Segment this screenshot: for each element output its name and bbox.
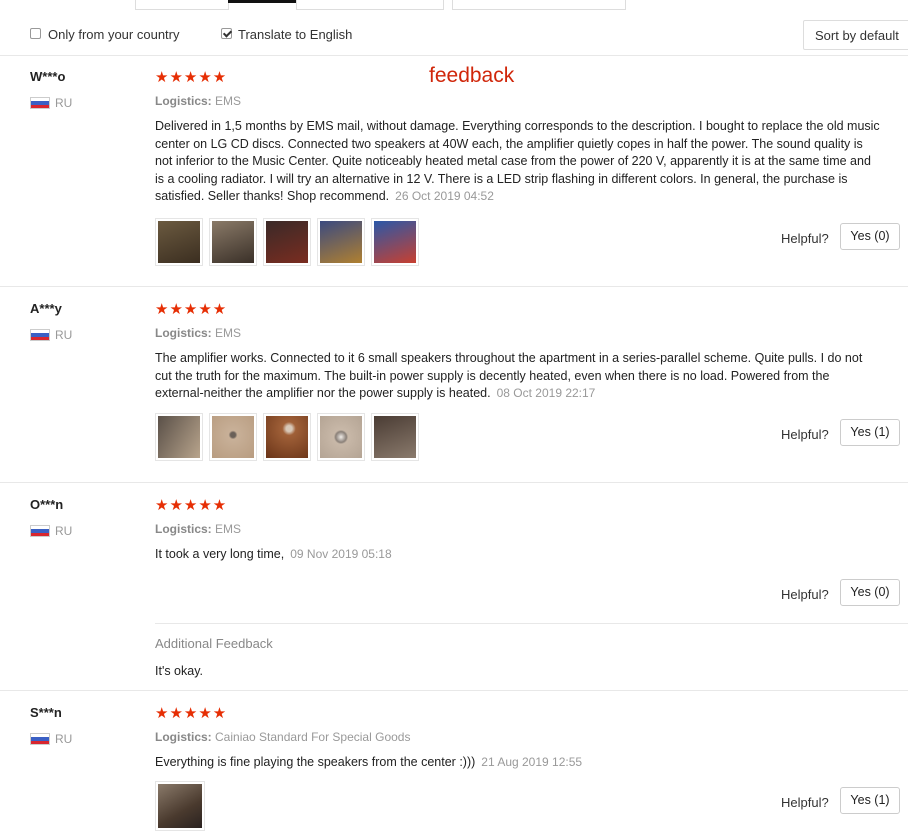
- helpful-yes-button[interactable]: Yes (0): [840, 579, 900, 606]
- review-text: Everything is fine playing the speakers …: [155, 754, 880, 772]
- review-date: 08 Oct 2019 22:17: [496, 386, 596, 401]
- reviewer-country: RU: [55, 524, 73, 538]
- helpful-label: Helpful?: [781, 231, 829, 246]
- review-photo-thumbnail[interactable]: [371, 218, 419, 266]
- logistics-value: EMS: [215, 326, 242, 340]
- translate-checkbox[interactable]: [221, 28, 232, 39]
- helpful-yes-button[interactable]: Yes (1): [840, 787, 900, 814]
- helpful-yes-button[interactable]: Yes (0): [840, 223, 900, 250]
- reviewer-name: S***n: [30, 705, 62, 720]
- logistics-info: Logistics: EMS: [155, 94, 241, 108]
- logistics-value: EMS: [215, 522, 242, 536]
- reviewer-name: A***y: [30, 301, 62, 316]
- rating-stars: ★★★★★: [155, 497, 228, 514]
- additional-feedback-title: Additional Feedback: [155, 636, 273, 651]
- photo-image: [320, 221, 362, 263]
- helpful-label: Helpful?: [781, 427, 829, 442]
- review-photo-thumbnail[interactable]: [263, 218, 311, 266]
- helpful-label: Helpful?: [781, 587, 829, 602]
- tab-edge-3[interactable]: [452, 0, 626, 10]
- review-body: It took a very long time,: [155, 547, 285, 561]
- review-divider: [0, 690, 908, 691]
- helpful-label: Helpful?: [781, 795, 829, 810]
- helpful-yes-button[interactable]: Yes (1): [840, 419, 900, 446]
- tab-edge-1[interactable]: [135, 0, 229, 10]
- logistics-label: Logistics:: [155, 326, 212, 340]
- review-body: Everything is fine playing the speakers …: [155, 755, 476, 769]
- tab-edge-2[interactable]: [296, 0, 444, 10]
- photo-image: [266, 416, 308, 458]
- top-tabs-strip: [0, 0, 908, 12]
- photo-image: [158, 416, 200, 458]
- ru-flag-icon: [30, 329, 50, 341]
- logistics-info: Logistics: EMS: [155, 326, 241, 340]
- only-country-checkbox[interactable]: [30, 28, 41, 39]
- logistics-label: Logistics:: [155, 522, 212, 536]
- review-photos: [155, 218, 419, 266]
- review-photo-thumbnail[interactable]: [155, 218, 203, 266]
- rating-stars: ★★★★★: [155, 705, 228, 722]
- review-photo-thumbnail[interactable]: [317, 413, 365, 461]
- translate-label[interactable]: Translate to English: [238, 27, 352, 42]
- logistics-info: Logistics: Cainiao Standard For Special …: [155, 730, 410, 744]
- logistics-label: Logistics:: [155, 730, 212, 744]
- reviewer-country: RU: [55, 328, 73, 342]
- ru-flag-icon: [30, 97, 50, 109]
- additional-feedback-text: It's okay.: [155, 664, 204, 678]
- review-text: It took a very long time, 09 Nov 2019 05:…: [155, 546, 880, 564]
- additional-feedback-divider: [155, 623, 908, 624]
- review-photo-thumbnail[interactable]: [263, 413, 311, 461]
- photo-image: [212, 416, 254, 458]
- only-country-label[interactable]: Only from your country: [48, 27, 180, 42]
- review-photo-thumbnail[interactable]: [155, 781, 205, 831]
- photo-image: [158, 221, 200, 263]
- logistics-info: Logistics: EMS: [155, 522, 241, 536]
- reviewer-name: W***o: [30, 69, 66, 84]
- review-photos: [155, 413, 419, 461]
- filter-bar: Only from your country Translate to Engl…: [0, 17, 908, 56]
- review-divider: [0, 286, 908, 287]
- photo-image: [266, 221, 308, 263]
- review-body: Delivered in 1,5 months by EMS mail, wit…: [155, 119, 880, 204]
- reviewer-name: O***n: [30, 497, 64, 512]
- ru-flag-icon: [30, 733, 50, 745]
- rating-stars: ★★★★★: [155, 301, 228, 318]
- logistics-label: Logistics:: [155, 94, 212, 108]
- reviewer-country: RU: [55, 732, 73, 746]
- rating-stars: ★★★★★: [155, 69, 228, 86]
- reviewer-country: RU: [55, 96, 73, 110]
- review-date: 21 Aug 2019 12:55: [481, 755, 583, 769]
- photo-image: [158, 784, 202, 828]
- photo-image: [374, 221, 416, 263]
- review-text: Delivered in 1,5 months by EMS mail, wit…: [155, 118, 880, 206]
- tab-active-indicator: [228, 0, 296, 3]
- sort-dropdown[interactable]: Sort by default: [803, 20, 908, 50]
- review-date: 09 Nov 2019 05:18: [290, 547, 392, 561]
- review-photo-thumbnail[interactable]: [371, 413, 419, 461]
- sort-dropdown-label: Sort by default: [815, 28, 899, 43]
- review-photo-thumbnail[interactable]: [155, 413, 203, 461]
- feedback-annotation: feedback: [429, 64, 515, 87]
- ru-flag-icon: [30, 525, 50, 537]
- review-photo-thumbnail[interactable]: [317, 218, 365, 266]
- photo-image: [374, 416, 416, 458]
- logistics-value: Cainiao Standard For Special Goods: [215, 730, 411, 744]
- review-divider: [0, 482, 908, 483]
- review-photo-thumbnail[interactable]: [209, 413, 257, 461]
- logistics-value: EMS: [215, 94, 242, 108]
- photo-image: [212, 221, 254, 263]
- review-date: 26 Oct 2019 04:52: [395, 189, 494, 204]
- review-text: The amplifier works. Connected to it 6 s…: [155, 350, 880, 403]
- review-photos: [155, 781, 205, 831]
- photo-image: [320, 416, 362, 458]
- review-photo-thumbnail[interactable]: [209, 218, 257, 266]
